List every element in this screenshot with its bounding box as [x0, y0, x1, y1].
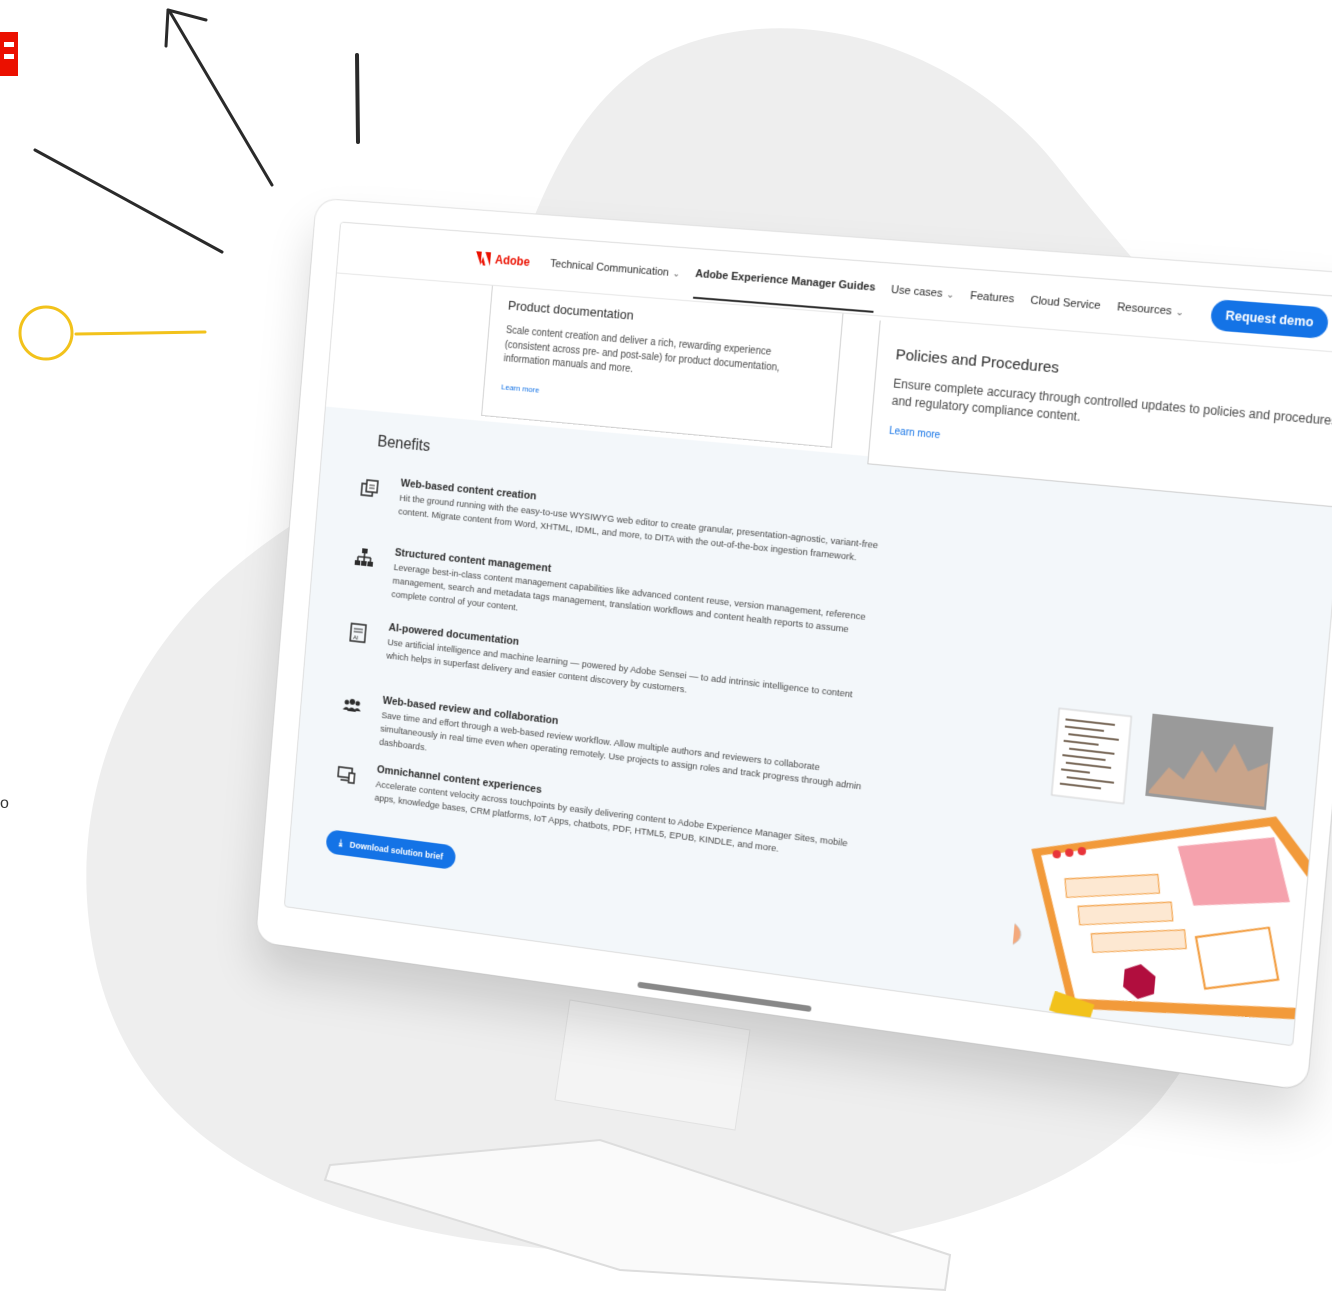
adobe-logo-icon [475, 251, 492, 266]
request-demo-button[interactable]: Request demo [1209, 298, 1330, 340]
card-text: Scale content creation and deliver a ric… [503, 325, 781, 376]
learn-more-link[interactable]: Learn more [501, 382, 540, 394]
nav-cloud-service[interactable]: Cloud Service [1030, 295, 1101, 313]
benefits-title: Benefits [376, 433, 431, 456]
nav-label: Features [969, 289, 1015, 306]
nav-aem-guides[interactable]: Adobe Experience Manager Guides [693, 251, 878, 313]
logo-text: Adobe [494, 252, 531, 270]
web-editor-icon [359, 477, 381, 500]
nav-resources[interactable]: Resources ⌄ [1117, 301, 1185, 318]
policies-procedures-card: Policies and Procedures Ensure complete … [867, 320, 1332, 511]
nav-label: Adobe Experience Manager Guides [694, 267, 876, 294]
nav-label: Use cases [890, 283, 944, 300]
nav-label: Resources [1116, 301, 1173, 318]
download-solution-brief-button[interactable]: ⤓ Download solution brief [325, 829, 457, 871]
chevron-down-icon: ⌄ [1175, 306, 1185, 318]
download-label: Download solution brief [349, 839, 444, 862]
nav-features[interactable]: Features [970, 290, 1015, 306]
monitor: Product documentation Scale content crea… [255, 198, 1332, 1091]
monitor-screen: Product documentation Scale content crea… [283, 221, 1332, 1047]
chevron-down-icon: ⌄ [672, 267, 681, 279]
sitemap-icon [353, 548, 375, 567]
nav-label: Cloud Service [1029, 294, 1102, 313]
users-icon [342, 698, 361, 713]
download-icon: ⤓ [338, 837, 343, 848]
nav-label: Technical Communication [549, 257, 670, 279]
adobe-logo[interactable]: Adobe [475, 251, 530, 269]
nav-technical-communication[interactable]: Technical Communication ⌄ [550, 258, 681, 280]
svg-text:AI: AI [353, 635, 359, 642]
devices-icon [336, 763, 358, 787]
nav-use-cases[interactable]: Use cases ⌄ [891, 284, 955, 301]
learn-more-link[interactable]: Learn more [889, 426, 941, 442]
illustration [1007, 695, 1325, 1041]
chevron-down-icon: ⌄ [946, 288, 955, 300]
ai-document-icon: AI [347, 621, 369, 644]
